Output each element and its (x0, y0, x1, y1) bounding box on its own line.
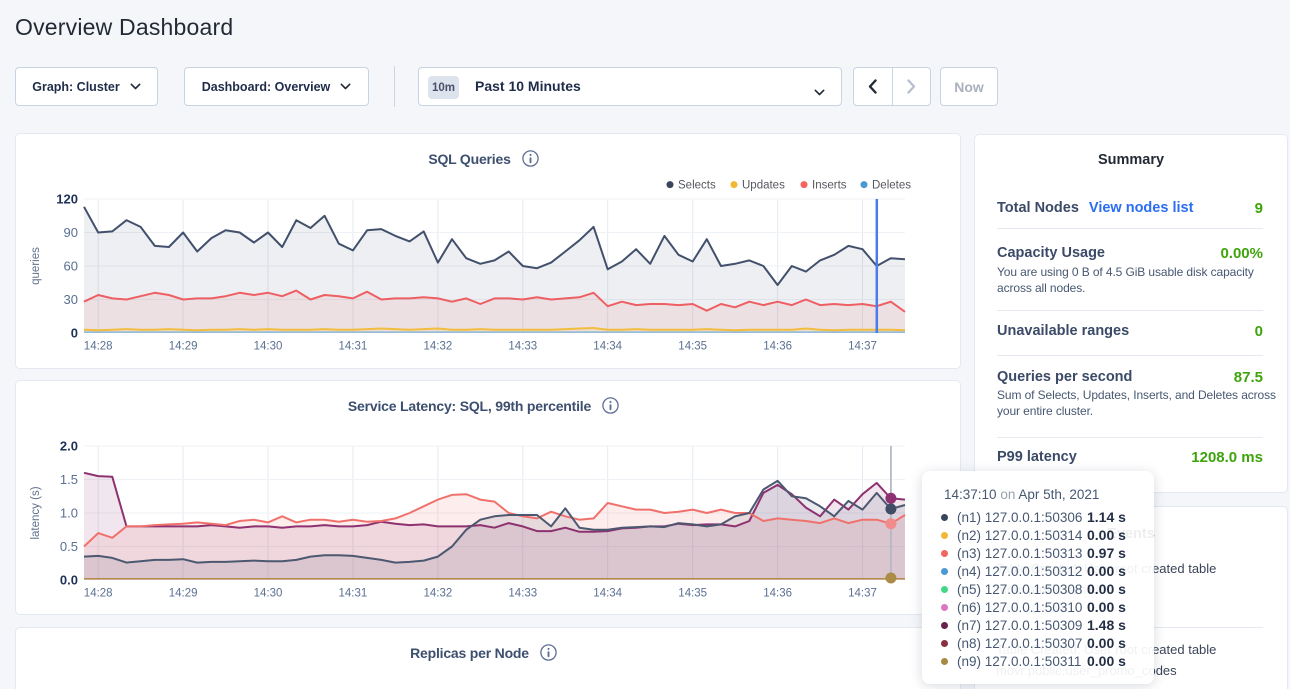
svg-text:60: 60 (64, 259, 78, 274)
svg-text:14:34: 14:34 (593, 341, 622, 353)
svg-text:14:32: 14:32 (424, 588, 453, 600)
svg-text:14:29: 14:29 (169, 341, 198, 353)
svg-text:14:32: 14:32 (424, 341, 453, 353)
svg-text:2.0: 2.0 (60, 439, 78, 454)
svg-text:14:34: 14:34 (593, 588, 622, 600)
svg-text:1.0: 1.0 (60, 506, 78, 521)
svg-text:14:35: 14:35 (678, 341, 707, 353)
svg-text:0.0: 0.0 (60, 573, 78, 588)
svg-text:14:37: 14:37 (848, 341, 877, 353)
svg-text:Inserts: Inserts (812, 180, 847, 192)
svg-text:14:30: 14:30 (254, 341, 283, 353)
svg-text:14:28: 14:28 (84, 588, 113, 600)
svg-text:14:30: 14:30 (254, 588, 283, 600)
svg-text:14:31: 14:31 (339, 588, 368, 600)
svg-text:Deletes: Deletes (872, 180, 911, 192)
svg-text:120: 120 (56, 192, 78, 207)
svg-text:Updates: Updates (742, 180, 785, 192)
svg-text:14:31: 14:31 (339, 341, 368, 353)
svg-text:14:29: 14:29 (169, 588, 198, 600)
svg-text:queries: queries (30, 247, 42, 285)
svg-text:14:36: 14:36 (763, 341, 792, 353)
svg-text:Selects: Selects (678, 180, 716, 192)
svg-text:14:33: 14:33 (508, 341, 537, 353)
svg-text:14:28: 14:28 (84, 341, 113, 353)
svg-text:14:33: 14:33 (508, 588, 537, 600)
svg-text:90: 90 (64, 225, 78, 240)
svg-text:14:37: 14:37 (848, 588, 877, 600)
svg-text:14:36: 14:36 (763, 588, 792, 600)
svg-text:0: 0 (71, 326, 78, 341)
svg-text:14:35: 14:35 (678, 588, 707, 600)
svg-text:1.5: 1.5 (60, 472, 78, 487)
svg-text:latency (s): latency (s) (30, 486, 42, 539)
svg-text:30: 30 (64, 292, 78, 307)
svg-text:0.5: 0.5 (60, 539, 78, 554)
